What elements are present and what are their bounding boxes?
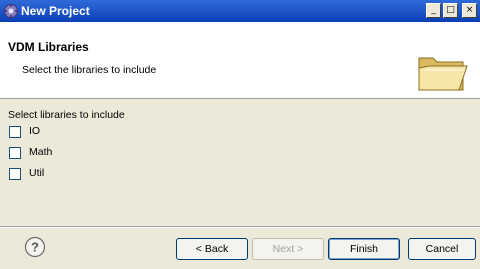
back-button[interactable]: < Back xyxy=(176,238,248,260)
checkbox-label: Math xyxy=(29,146,53,158)
close-button[interactable]: × xyxy=(462,3,477,18)
maximize-button[interactable]: □ xyxy=(443,3,458,18)
checkbox[interactable] xyxy=(9,126,21,138)
maximize-icon: □ xyxy=(446,5,455,15)
wizard-banner: VDM Libraries Select the libraries to in… xyxy=(0,22,480,99)
minimize-icon: _ xyxy=(431,5,436,15)
checkbox[interactable] xyxy=(9,168,21,180)
checkbox-label: Util xyxy=(29,167,45,179)
cancel-button[interactable]: Cancel xyxy=(408,238,476,260)
title-bar[interactable]: New Project _ □ × xyxy=(0,0,480,22)
button-bar-divider xyxy=(0,226,480,228)
close-icon: × xyxy=(465,5,474,15)
minimize-button[interactable]: _ xyxy=(426,3,441,18)
window-title: New Project xyxy=(21,4,90,18)
finish-button[interactable]: Finish xyxy=(328,238,400,260)
libraries-label: Select libraries to include xyxy=(8,109,125,121)
checkbox[interactable] xyxy=(9,147,21,159)
help-icon[interactable]: ? xyxy=(24,236,46,258)
new-project-dialog: New Project _ □ × VDM Libraries Select t… xyxy=(0,0,480,269)
app-icon xyxy=(4,4,18,18)
page-title: VDM Libraries xyxy=(8,40,89,54)
svg-text:?: ? xyxy=(31,240,39,255)
page-description: Select the libraries to include xyxy=(22,64,157,76)
next-button[interactable]: Next > xyxy=(252,238,324,260)
folder-open-icon xyxy=(418,57,468,91)
checkbox-label: IO xyxy=(29,125,41,137)
